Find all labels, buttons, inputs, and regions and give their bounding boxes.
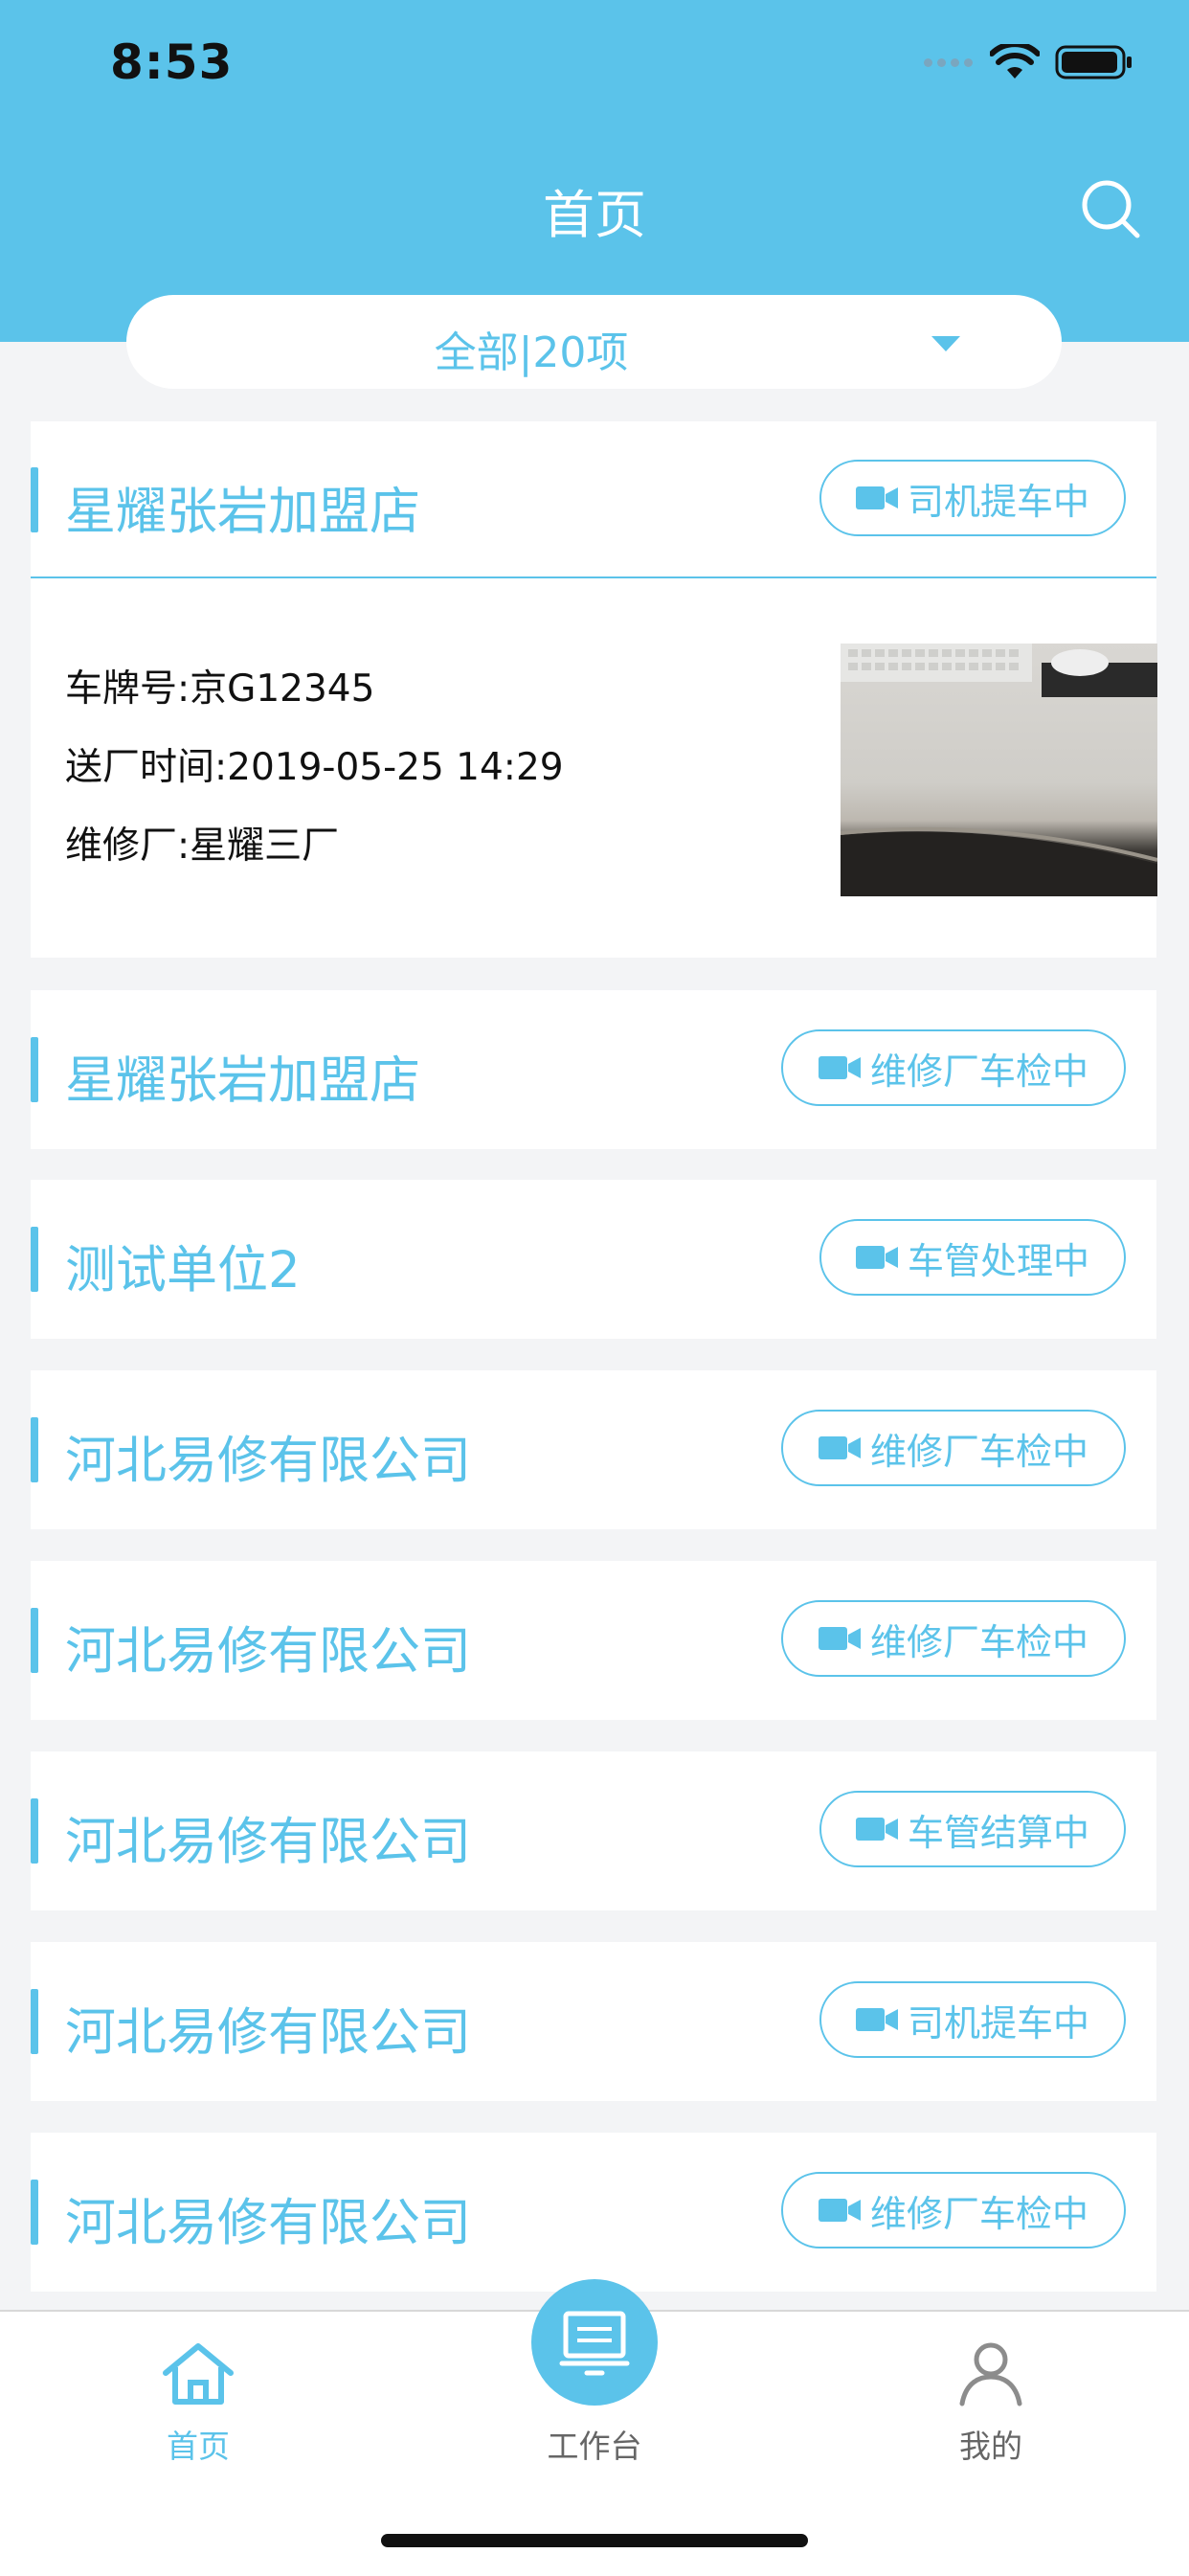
search-icon <box>1082 180 1140 238</box>
video-camera-icon <box>818 2199 861 2222</box>
search-button[interactable] <box>1078 176 1145 243</box>
page-title: 首页 <box>543 185 646 245</box>
status-label: 维修厂车检中 <box>869 1430 1088 1473</box>
status-badge[interactable]: 司机提车中 <box>819 1981 1126 2058</box>
caret-down-icon <box>931 336 960 351</box>
status-badge[interactable]: 维修厂车检中 <box>781 1410 1126 1486</box>
status-label: 司机提车中 <box>907 480 1089 523</box>
company-name: 星耀张岩加盟店 <box>65 1051 420 1110</box>
list-item[interactable]: 测试单位2 车管处理中 <box>31 1180 1156 1339</box>
status-time: 8:53 <box>110 34 234 90</box>
plate-number: 车牌号:京G12345 <box>65 667 375 711</box>
video-camera-icon <box>855 2008 898 2031</box>
wifi-icon <box>990 44 1040 79</box>
filter-dropdown[interactable]: 全部|20项 <box>126 295 1062 389</box>
photo-content <box>841 644 1157 896</box>
video-camera-icon <box>818 1627 861 1650</box>
signal-icon <box>924 57 973 67</box>
video-camera-icon <box>855 1818 898 1841</box>
workbench-button[interactable] <box>531 2279 658 2406</box>
accent-bar <box>31 467 38 532</box>
delivery-time: 送厂时间:2019-05-25 14:29 <box>65 746 564 789</box>
status-badge[interactable]: 维修厂车检中 <box>781 2172 1126 2248</box>
accent-bar <box>31 1608 38 1673</box>
status-badge[interactable]: 维修厂车检中 <box>781 1600 1126 1677</box>
accent-bar <box>31 1417 38 1482</box>
user-icon <box>959 2342 1022 2407</box>
status-badge[interactable]: 车管处理中 <box>819 1219 1126 1296</box>
status-label: 维修厂车检中 <box>869 2192 1088 2235</box>
status-label: 车管结算中 <box>907 1811 1089 1854</box>
accent-bar <box>31 1989 38 2054</box>
tab-home[interactable]: 首页 <box>0 2312 396 2576</box>
company-name: 河北易修有限公司 <box>65 2194 471 2252</box>
status-label: 维修厂车检中 <box>869 1620 1088 1663</box>
company-name: 河北易修有限公司 <box>65 1432 471 1490</box>
list-item[interactable]: 河北易修有限公司 司机提车中 <box>31 1942 1156 2101</box>
status-label: 车管处理中 <box>907 1239 1089 1282</box>
company-name: 测试单位2 <box>65 1241 301 1299</box>
home-indicator <box>381 2534 808 2547</box>
status-label: 维修厂车检中 <box>869 1050 1088 1093</box>
status-badge[interactable]: 车管结算中 <box>819 1791 1126 1867</box>
video-camera-icon <box>855 486 898 509</box>
list-item[interactable]: 星耀张岩加盟店 维修厂车检中 <box>31 990 1156 1149</box>
monitor-icon <box>559 2311 630 2376</box>
list-item-expanded[interactable]: 星耀张岩加盟店 司机提车中 车牌号:京G12345 送厂时间:2019-05-2… <box>31 421 1157 958</box>
card-divider <box>31 576 1156 578</box>
company-name: 河北易修有限公司 <box>65 1813 471 1871</box>
home-icon <box>163 2343 234 2405</box>
vehicle-photo[interactable] <box>841 644 1157 896</box>
list-item[interactable]: 河北易修有限公司 车管结算中 <box>31 1751 1156 1910</box>
tab-mine[interactable]: 我的 <box>793 2312 1189 2576</box>
company-name: 河北易修有限公司 <box>65 1622 471 1681</box>
status-label: 司机提车中 <box>907 2001 1089 2045</box>
tab-mine-label: 我的 <box>959 2428 1022 2465</box>
tab-home-label: 首页 <box>167 2428 230 2465</box>
status-indicators <box>924 38 1133 86</box>
app-header: 8:53 首页 <box>0 0 1189 342</box>
tab-workbench-label: 工作台 <box>547 2428 642 2465</box>
company-name: 河北易修有限公司 <box>65 2003 471 2062</box>
list-item[interactable]: 河北易修有限公司 维修厂车检中 <box>31 2133 1156 2292</box>
accent-bar <box>31 2180 38 2245</box>
list-item[interactable]: 河北易修有限公司 维修厂车检中 <box>31 1370 1156 1529</box>
video-camera-icon <box>855 1246 898 1269</box>
video-camera-icon <box>818 1436 861 1459</box>
battery-icon <box>1055 45 1132 79</box>
status-badge[interactable]: 司机提车中 <box>819 460 1126 536</box>
video-camera-icon <box>818 1056 861 1079</box>
accent-bar <box>31 1227 38 1292</box>
status-badge[interactable]: 维修厂车检中 <box>781 1029 1126 1106</box>
company-name: 星耀张岩加盟店 <box>65 483 420 541</box>
repair-shop: 维修厂:星耀三厂 <box>65 825 340 868</box>
accent-bar <box>31 1037 38 1102</box>
accent-bar <box>31 1798 38 1864</box>
list-item[interactable]: 河北易修有限公司 维修厂车检中 <box>31 1561 1156 1720</box>
filter-label: 全部|20项 <box>434 328 629 377</box>
